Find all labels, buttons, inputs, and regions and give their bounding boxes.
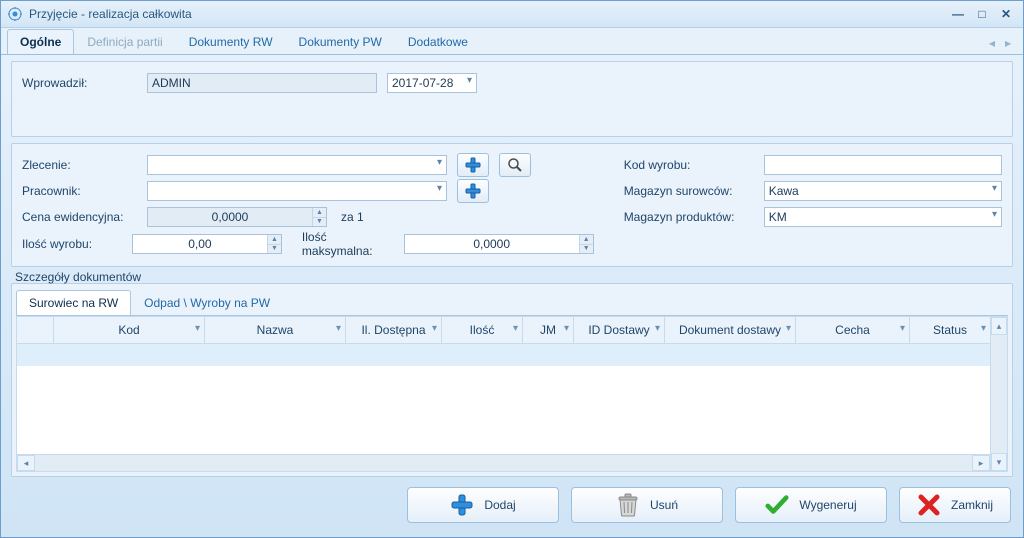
dodaj-button[interactable]: Dodaj xyxy=(407,487,559,523)
maximize-button[interactable]: □ xyxy=(971,6,993,22)
footer-buttons: Dodaj Usuń Wygeneruj Zamknij xyxy=(11,483,1013,523)
filter-icon[interactable]: ▾ xyxy=(564,323,569,334)
filter-icon[interactable]: ▾ xyxy=(786,323,791,334)
col-cecha[interactable]: Cecha▾ xyxy=(796,317,910,343)
select-mag-surowcow[interactable] xyxy=(764,181,1002,201)
tab-scroll-left-icon[interactable]: ◂ xyxy=(989,36,995,50)
scroll-down-icon[interactable]: ▾ xyxy=(991,453,1007,471)
tab-dokumenty-pw[interactable]: Dokumenty PW xyxy=(286,29,395,54)
usun-button[interactable]: Usuń xyxy=(571,487,723,523)
add-zlecenie-button[interactable] xyxy=(457,153,489,177)
label-mag-surowcow: Magazyn surowców: xyxy=(624,184,754,198)
minimize-button[interactable]: — xyxy=(947,6,969,22)
check-icon xyxy=(765,493,789,517)
label-kod-wyrobu: Kod wyrobu: xyxy=(624,158,754,172)
zamknij-label: Zamknij xyxy=(951,498,993,512)
select-pracownik[interactable] xyxy=(147,181,447,201)
plus-icon xyxy=(465,157,481,173)
scroll-up-icon[interactable]: ▴ xyxy=(991,317,1007,335)
label-cena: Cena ewidencyjna: xyxy=(22,210,137,224)
horizontal-scrollbar[interactable]: ◂ ▸ xyxy=(16,455,991,472)
input-data[interactable] xyxy=(387,73,477,93)
details-subtabs: Surowiec na RW Odpad \ Wyroby na PW xyxy=(16,290,1008,316)
panel-details: Surowiec na RW Odpad \ Wyroby na PW Kod▾… xyxy=(11,283,1013,477)
col-jm[interactable]: JM▾ xyxy=(523,317,574,343)
col-nazwa[interactable]: Nazwa▾ xyxy=(205,317,346,343)
subtab-surowiec-rw[interactable]: Surowiec na RW xyxy=(16,290,131,315)
wygeneruj-label: Wygeneruj xyxy=(799,498,856,512)
spin-up[interactable]: ▲ xyxy=(267,235,281,245)
select-zlecenie[interactable] xyxy=(147,155,447,175)
filter-icon[interactable]: ▾ xyxy=(513,323,518,334)
search-zlecenie-button[interactable] xyxy=(499,153,531,177)
scroll-right-icon[interactable]: ▸ xyxy=(972,455,990,471)
usun-label: Usuń xyxy=(650,498,678,512)
filter-icon[interactable]: ▾ xyxy=(432,323,437,334)
filter-icon[interactable]: ▾ xyxy=(981,323,986,334)
label-ilosc-wyrobu: Ilość wyrobu: xyxy=(22,237,122,251)
panel-header: Wprowadził: xyxy=(11,61,1013,137)
spin-down[interactable]: ▼ xyxy=(312,218,326,227)
grid-body[interactable] xyxy=(16,343,991,455)
scroll-left-icon[interactable]: ◂ xyxy=(17,455,35,471)
tab-dodatkowe[interactable]: Dodatkowe xyxy=(395,29,481,54)
tab-scroll-arrows: ◂ ▸ xyxy=(989,36,1017,54)
plus-icon xyxy=(450,493,474,517)
window-title: Przyjęcie - realizacja całkowita xyxy=(29,7,945,21)
filter-icon[interactable]: ▾ xyxy=(900,323,905,334)
label-zlecenie: Zlecenie: xyxy=(22,158,137,172)
col-il-dostepna[interactable]: Il. Dostępna▾ xyxy=(346,317,442,343)
grid-header: Kod▾ Nazwa▾ Il. Dostępna▾ Ilość▾ JM▾ ID … xyxy=(16,316,991,343)
app-icon xyxy=(7,6,23,22)
col-ilosc[interactable]: Ilość▾ xyxy=(442,317,523,343)
titlebar: Przyjęcie - realizacja całkowita — □ ✕ xyxy=(1,1,1023,28)
tab-scroll-right-icon[interactable]: ▸ xyxy=(1005,36,1011,50)
close-window-button[interactable]: ✕ xyxy=(995,6,1017,22)
col-selector[interactable] xyxy=(17,317,54,343)
input-ilosc-wyrobu[interactable] xyxy=(132,234,282,254)
spin-up[interactable]: ▲ xyxy=(312,208,326,218)
group-title: Szczegóły dokumentów xyxy=(11,270,1013,284)
col-status[interactable]: Status▾ xyxy=(910,317,990,343)
label-mag-produktow: Magazyn produktów: xyxy=(624,210,754,224)
col-id-dostawy[interactable]: ID Dostawy▾ xyxy=(574,317,665,343)
tab-dokumenty-rw[interactable]: Dokumenty RW xyxy=(176,29,286,54)
label-wprowadzil: Wprowadził: xyxy=(22,76,137,90)
cross-icon xyxy=(917,493,941,517)
wygeneruj-button[interactable]: Wygeneruj xyxy=(735,487,887,523)
filter-icon[interactable]: ▾ xyxy=(655,323,660,334)
label-ilosc-max: Ilość maksymalna: xyxy=(302,230,388,258)
tab-definicja-partii: Definicja partii xyxy=(74,29,175,54)
vertical-scrollbar[interactable]: ▴ ▾ xyxy=(991,316,1008,472)
tab-ogolne[interactable]: Ogólne xyxy=(7,29,74,54)
input-kod-wyrobu[interactable] xyxy=(764,155,1002,175)
table-row[interactable] xyxy=(17,344,990,366)
col-dokument-dostawy[interactable]: Dokument dostawy▾ xyxy=(665,317,796,343)
panel-form: Zlecenie: Pracownik: xyxy=(11,143,1013,267)
subtab-odpad-wyroby-pw[interactable]: Odpad \ Wyroby na PW xyxy=(131,290,283,315)
spin-down[interactable]: ▼ xyxy=(267,245,281,254)
input-wprowadzil xyxy=(147,73,377,93)
group-szczegoly: Szczegóły dokumentów Surowiec na RW Odpa… xyxy=(11,273,1013,477)
spin-up[interactable]: ▲ xyxy=(579,235,593,245)
zamknij-button[interactable]: Zamknij xyxy=(899,487,1011,523)
plus-icon xyxy=(465,183,481,199)
main-window: Przyjęcie - realizacja całkowita — □ ✕ O… xyxy=(0,0,1024,538)
filter-icon[interactable]: ▾ xyxy=(336,323,341,334)
trash-icon xyxy=(616,493,640,517)
content-area: Wprowadził: Zlecenie: xyxy=(1,55,1023,537)
input-cena xyxy=(147,207,327,227)
add-pracownik-button[interactable] xyxy=(457,179,489,203)
label-za1: za 1 xyxy=(341,210,364,224)
main-tabbar: Ogólne Definicja partii Dokumenty RW Dok… xyxy=(1,28,1023,55)
grid: Kod▾ Nazwa▾ Il. Dostępna▾ Ilość▾ JM▾ ID … xyxy=(16,316,1008,472)
select-mag-produktow[interactable] xyxy=(764,207,1002,227)
label-pracownik: Pracownik: xyxy=(22,184,137,198)
filter-icon[interactable]: ▾ xyxy=(195,323,200,334)
col-kod[interactable]: Kod▾ xyxy=(54,317,205,343)
spin-down[interactable]: ▼ xyxy=(579,245,593,254)
input-ilosc-max[interactable] xyxy=(404,234,594,254)
dodaj-label: Dodaj xyxy=(484,498,515,512)
search-icon xyxy=(507,157,523,173)
